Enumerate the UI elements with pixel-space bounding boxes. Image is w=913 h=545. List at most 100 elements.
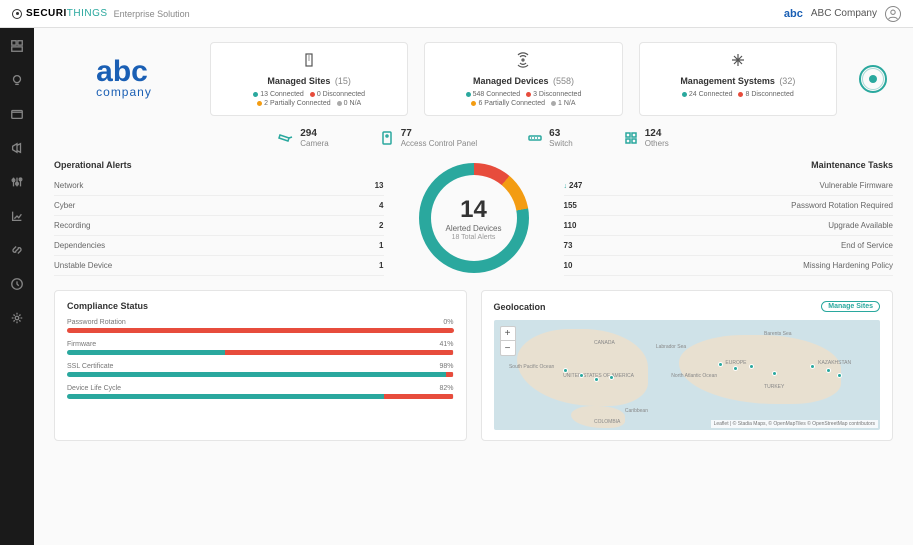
alert-label: Cyber: [54, 201, 75, 210]
user-icon[interactable]: [885, 6, 901, 22]
topbar: SECURITHINGS Enterprise Solution abc ABC…: [0, 0, 913, 28]
task-row[interactable]: Vulnerable Firmware ↓247: [564, 176, 894, 196]
alert-label: Unstable Device: [54, 261, 112, 270]
building-icon: [221, 51, 397, 69]
task-value: 155: [564, 201, 577, 210]
device-type-row: 294Camera 77Access Control Panel 63Switc…: [54, 128, 893, 148]
brand-subtitle: Enterprise Solution: [114, 9, 190, 19]
map-zoom-controls: + −: [500, 326, 516, 356]
task-value: 110: [564, 221, 577, 230]
nav-bulb-icon[interactable]: [9, 72, 25, 88]
compliance-label: SSL Certificate: [67, 363, 113, 370]
alert-row[interactable]: Cyber 4: [54, 196, 384, 216]
nav-sliders-icon[interactable]: [9, 174, 25, 190]
map-label: TURKEY: [764, 384, 784, 390]
alert-value: 1: [379, 261, 383, 270]
card-title: Managed Sites: [267, 76, 330, 86]
alert-row[interactable]: Recording2: [54, 216, 384, 236]
card-managed-sites[interactable]: Managed Sites (15) 13 Connected 0 Discon…: [210, 42, 408, 116]
switch-icon: [527, 130, 543, 146]
alert-row[interactable]: Unstable Device 1: [54, 256, 384, 276]
devtype-access-control[interactable]: 77Access Control Panel: [379, 128, 477, 148]
card-title: Management Systems: [680, 76, 775, 86]
company-logo: abc company: [54, 42, 194, 116]
alert-row[interactable]: Dependencies 1: [54, 236, 384, 256]
logo-line2: company: [96, 85, 152, 99]
map-label: EUROPE: [725, 360, 746, 366]
nav-link-icon[interactable]: [9, 242, 25, 258]
donut-label: Alerted Devices: [445, 224, 501, 233]
zoom-in-button[interactable]: +: [501, 327, 515, 341]
nav-megaphone-icon[interactable]: [9, 140, 25, 156]
trend-down-icon: ↓: [564, 183, 568, 190]
devtype-others[interactable]: 124Others: [623, 128, 669, 148]
devtype-camera[interactable]: 294Camera: [278, 128, 328, 148]
compliance-label: Password Rotation: [67, 319, 126, 326]
compliance-pct: 82%: [439, 385, 453, 392]
devtype-switch[interactable]: 63Switch: [527, 128, 573, 148]
compliance-label: Firmware: [67, 341, 96, 348]
card-count: (558): [553, 76, 574, 86]
geolocation-title: Geolocation: [494, 302, 546, 312]
card-management-systems[interactable]: Management Systems (32) 24 Connected 8 D…: [639, 42, 837, 116]
task-row[interactable]: Missing Hardening Policy 10: [564, 256, 894, 276]
nav-dashboard-icon[interactable]: [9, 38, 25, 54]
camera-icon: [278, 130, 294, 146]
compliance-pct: 0%: [443, 319, 453, 326]
manage-sites-button[interactable]: Manage Sites: [821, 301, 880, 312]
compliance-pct: 98%: [439, 363, 453, 370]
map-label: Barents Sea: [764, 331, 792, 337]
card-count: (15): [335, 76, 351, 86]
nav-folder-icon[interactable]: [9, 106, 25, 122]
summary-row: abc company Managed Sites (15) 13 Connec…: [54, 42, 893, 116]
task-value: 73: [564, 241, 573, 250]
zoom-out-button[interactable]: −: [501, 341, 515, 355]
task-label: End of Service: [841, 241, 893, 250]
map-attribution: Leaflet | © Stadia Maps, © OpenMapTiles …: [711, 420, 878, 428]
signal-icon: [435, 51, 611, 69]
network-health-indicator[interactable]: [853, 42, 893, 116]
sidebar: [0, 28, 34, 545]
task-row[interactable]: Upgrade Available 110: [564, 216, 894, 236]
compliance-row[interactable]: Password Rotation 0%: [67, 319, 454, 333]
main-content: abc company Managed Sites (15) 13 Connec…: [34, 28, 913, 545]
map-label: KAZAKHSTAN: [818, 360, 851, 366]
task-label: Upgrade Available: [828, 221, 893, 230]
card-managed-devices[interactable]: Managed Devices (558) 548 Connected 3 Di…: [424, 42, 622, 116]
alert-value: 13: [375, 181, 384, 190]
alert-value: 4: [379, 201, 383, 210]
task-value: 10: [564, 261, 573, 270]
card-title: Managed Devices: [473, 76, 549, 86]
map-label: South Pacific Ocean: [509, 364, 554, 370]
task-label: Missing Hardening Policy: [803, 261, 893, 270]
compliance-row[interactable]: Firmware41%: [67, 341, 454, 355]
task-value: ↓247: [564, 181, 583, 190]
alert-row[interactable]: Network 13: [54, 176, 384, 196]
alert-label: Recording: [54, 221, 90, 230]
compliance-row[interactable]: SSL Certificate 98%: [67, 363, 454, 377]
compliance-row[interactable]: Device Life Cycle 82%: [67, 385, 454, 399]
map-label: COLOMBIA: [594, 419, 620, 425]
donut-number: 14: [445, 196, 501, 224]
maint-tasks-title: Maintenance Tasks: [564, 160, 894, 170]
alert-value: 1: [379, 241, 383, 250]
brand-block: SECURITHINGS Enterprise Solution: [12, 8, 190, 19]
logo-line1: abc: [96, 59, 152, 85]
geolocation-map[interactable]: + − CANADAUNITED STATES OF AMERICASouth …: [494, 320, 881, 430]
map-label: Caribbean: [625, 408, 648, 414]
alerted-devices-donut[interactable]: 14 Alerted Devices 18 Total Alerts: [419, 163, 529, 273]
nav-report-icon[interactable]: [9, 208, 25, 224]
alert-label: Network: [54, 181, 83, 190]
alert-label: Dependencies: [54, 241, 105, 250]
task-label: Vulnerable Firmware: [819, 181, 893, 190]
topbar-user: abc ABC Company: [784, 6, 901, 22]
map-label: North Atlantic Ocean: [671, 373, 717, 379]
task-row[interactable]: Password Rotation Required155: [564, 196, 894, 216]
compliance-label: Device Life Cycle: [67, 385, 121, 392]
nav-gear-icon[interactable]: [9, 310, 25, 326]
compliance-card: Compliance Status Password Rotation 0% Fir…: [54, 290, 467, 441]
brand-main: SECURI: [26, 8, 67, 19]
nav-clock-icon[interactable]: [9, 276, 25, 292]
task-row[interactable]: End of Service 73: [564, 236, 894, 256]
compliance-title: Compliance Status: [67, 301, 454, 311]
